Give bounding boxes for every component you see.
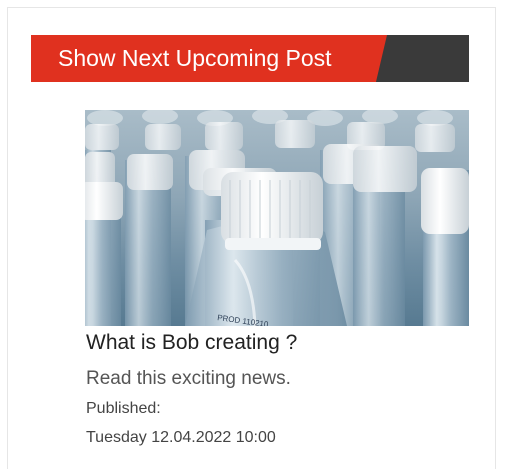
water-bottles-photo: PROD 110210: [85, 110, 469, 326]
widget-header: Show Next Upcoming Post: [31, 35, 469, 82]
post-image[interactable]: PROD 110210: [85, 110, 469, 326]
post-title[interactable]: What is Bob creating ?: [86, 331, 297, 355]
post-excerpt: Read this exciting news.: [86, 368, 291, 389]
published-label: Published:: [86, 400, 161, 417]
published-date: Tuesday 12.04.2022 10:00: [86, 429, 276, 446]
widget-title: Show Next Upcoming Post: [58, 45, 332, 71]
